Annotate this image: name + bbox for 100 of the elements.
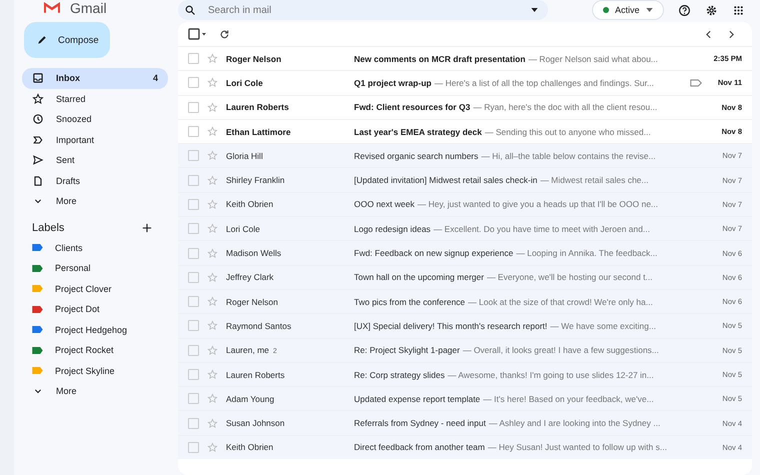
star-icon[interactable] [207,53,218,64]
email-snippet: — Midwest retail sales che... [540,175,648,186]
email-snippet: — It's here! Based on your feedback, we've... [483,394,654,404]
row-checkbox[interactable] [188,272,199,283]
sender-name: Gloria Hill [226,150,263,161]
star-icon [32,92,44,105]
nav-item[interactable]: Drafts [22,170,168,191]
star-icon[interactable] [207,393,218,404]
email-subject: Q1 project wrap-up [354,78,432,88]
email-snippet: — Looping in Annika. The feedback... [516,248,658,258]
label-item[interactable]: Project Hedgehog [22,320,168,340]
apps-grid-icon[interactable] [732,4,745,16]
star-icon[interactable] [207,174,218,186]
search-input[interactable]: Search in mail [206,4,521,16]
star-icon[interactable] [207,198,218,210]
search-icon [184,4,196,16]
email-snippet: — Hi, all–the table below contains the revise... [481,150,656,161]
nav-item[interactable]: Inbox 4 [22,68,168,88]
label-item[interactable]: Personal [22,258,168,278]
select-all-checkbox[interactable] [188,28,208,40]
plus-icon[interactable] [142,222,152,232]
sender-name: Lauren Roberts [226,370,285,380]
email-snippet: — Ashley and I are looking into the Sydney ... [488,418,660,428]
label-item[interactable]: Project Rocket [22,340,168,360]
email-subject: Fwd: Feedback on new signup experience [354,248,514,258]
row-checkbox[interactable] [188,344,199,356]
row-checkbox[interactable] [188,369,199,380]
row-checkbox[interactable] [188,53,199,64]
email-snippet: — Overall, it looks great! I have a few suggestions... [462,345,659,356]
clock-icon [32,113,44,126]
label-item[interactable]: Clients [22,238,168,258]
star-icon[interactable] [207,102,218,113]
label-item[interactable]: Project Skyline [22,360,168,381]
send-icon [32,154,44,166]
row-checkbox[interactable] [188,320,199,332]
refresh-icon[interactable] [218,28,231,40]
email-subject: Re: Corp strategy slides [354,370,445,380]
nav-item[interactable]: Important [22,130,168,150]
sender-name: Jeffrey Clark [226,272,274,282]
star-icon[interactable] [207,344,218,356]
email-snippet: — Hey, just wanted to give you a heads up that I'll be OOO ne... [417,199,658,210]
sender-name: Keith Obrien [226,199,274,210]
email-snippet: — Awesome, thanks! I'm going to use slides 12-27 in... [448,370,654,380]
email-subject: Updated expense report template [354,394,480,404]
star-icon[interactable] [207,126,218,138]
star-icon[interactable] [207,418,218,429]
document-icon [32,174,44,187]
search-field[interactable]: Search in mail [178,0,548,20]
compose-button[interactable]: Compose [24,22,110,58]
row-checkbox[interactable] [188,223,199,234]
nav-item[interactable]: More [22,191,168,212]
row-checkbox[interactable] [188,77,199,88]
sender-name: Raymond Santos [226,320,292,331]
sender-name: Lori Cole [226,224,260,234]
row-checkbox[interactable] [188,150,199,162]
row-checkbox[interactable] [188,248,199,259]
sender-name: Roger Nelson [226,54,282,64]
row-checkbox[interactable] [188,418,199,429]
row-checkbox[interactable] [188,442,199,453]
status-button[interactable]: Active [592,0,664,20]
star-icon[interactable] [207,248,218,259]
help-icon[interactable] [678,4,691,16]
label-item[interactable]: Project Clover [22,278,168,299]
labels-heading: Labels [32,222,64,234]
nav-item[interactable]: Snoozed [22,109,168,130]
email-subject: New comments on MCR draft presentation [354,54,526,64]
settings-icon[interactable] [704,4,718,16]
caret-icon[interactable] [531,8,538,12]
star-icon[interactable] [207,320,218,332]
email-snippet: — Ryan, here's the doc with all the client resou... [473,102,658,112]
email-snippet: — Here's a list of all the top challenges and findings. Sur... [434,78,654,88]
email-snippet: — We have some exciting... [550,320,656,331]
row-checkbox[interactable] [188,174,199,186]
sender-name: Lauren Roberts [226,102,289,112]
email-subject: [Updated invitation] Midwest retail sales check-in [354,175,538,186]
row-checkbox[interactable] [188,198,199,210]
row-checkbox[interactable] [188,102,199,113]
star-icon[interactable] [207,150,218,162]
sender-name: Adam Young [226,394,274,404]
email-subject: [UX] Special delivery! This month's research report! [354,320,548,331]
email-subject: Logo redesign ideas [354,224,431,234]
row-checkbox[interactable] [188,393,199,404]
email-subject: Fwd: Client resources for Q3 [354,102,470,112]
email-subject: Last year's EMEA strategy deck [354,126,482,137]
row-checkbox[interactable] [188,296,199,308]
more-labels-item[interactable]: More [22,381,168,402]
star-icon[interactable] [207,296,218,308]
label-item[interactable]: Project Dot [22,299,168,320]
sender-name: Ethan Lattimore [226,126,291,137]
pencil-icon [36,34,48,46]
star-icon[interactable] [207,77,218,88]
star-icon[interactable] [207,369,218,380]
star-icon[interactable] [207,442,218,453]
nav-item[interactable]: Starred [22,88,168,109]
email-subject: Town hall on the upcoming merger [354,272,484,282]
star-icon[interactable] [207,272,218,283]
app-name: Gmail [70,0,107,16]
nav-item[interactable]: Sent [22,150,168,170]
star-icon[interactable] [207,223,218,234]
row-checkbox[interactable] [188,126,199,138]
